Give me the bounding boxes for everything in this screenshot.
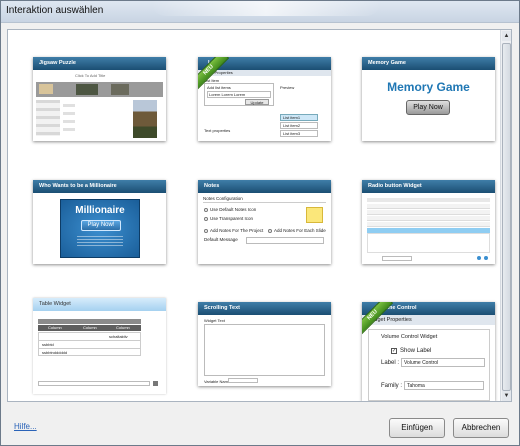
card-title: Notes [198,180,331,193]
card-jigsaw-puzzle[interactable]: Jigsaw Puzzle Click To Add Title [33,57,166,141]
memory-heading: Memory Game [387,80,470,94]
volume-settings-box: Volume Control Widget ✓ Show Label Label… [368,329,490,401]
list-update-button: Update [245,99,269,105]
notes-config-label: Notes Configuration [203,196,243,201]
sticky-note-icon [306,207,323,223]
card-title: Table Widget [33,298,166,311]
table-cell: ssbbtndddddd [42,350,68,355]
card-preview: Widget Properties List Item Add list ite… [198,70,331,141]
millionaire-heading: Millionaire [75,205,125,216]
list-items-box: Add list items Lorem Lorem Lorem Update [204,83,274,106]
card-title: Jigsaw Puzzle [33,57,166,70]
card-scrolling-text[interactable]: Scrolling Text Widget Text Variable Name [198,302,331,386]
table-cell: schaltaktiv [109,334,128,339]
notes-option: Use Default Notes Icon [210,207,257,212]
scroll-thumb[interactable] [502,43,511,391]
list-item: List item2 [280,122,318,129]
scroll-up-icon[interactable]: ▲ [502,31,511,41]
card-millionaire[interactable]: Who Wants to be a Millionaire Millionair… [33,180,166,264]
window-title: Interaktion auswählen [6,5,104,16]
card-table-widget[interactable]: Table Widget Column Column Column schalt… [33,298,166,394]
list-panel-title: Widget Properties [198,70,331,76]
card-preview: Widget Properties Volume Control Widget … [362,315,495,401]
table-cell: ssbbtd [42,342,54,347]
cancel-button[interactable]: Abbrechen [453,418,509,438]
card-preview: Click To Add Title [33,70,166,141]
family-caption: Family : [381,383,402,389]
label-caption: Label : [381,360,400,366]
scrolling-textarea [204,324,325,376]
millionaire-play-button: Play Now! [81,220,121,231]
title-bar: Interaktion auswählen [1,1,519,23]
interaction-gallery: Jigsaw Puzzle Click To Add Title List [7,29,512,402]
jigsaw-strip [36,82,163,97]
card-preview: Notes Configuration Use Default Notes Ic… [198,193,331,264]
table-grid: schaltaktiv ssbbtd ssbbtndddddd [38,332,141,356]
scrolling-footer-label: Variable Name [204,379,231,384]
interaction-grid: Jigsaw Puzzle Click To Add Title List [8,30,498,401]
volume-panel-title: Widget Properties [362,315,495,325]
volume-section: Volume Control Widget [381,334,438,340]
help-link[interactable]: Hilfe... [14,422,37,431]
card-title: Scrolling Text [198,302,331,315]
table-col-header: Column [48,325,62,330]
list-item: List item1 [280,114,318,121]
card-preview: Millionaire Play Now! [33,193,166,264]
table-col-header: Column [83,325,97,330]
show-label-text: Show Label [400,348,432,354]
family-select: Tahoma [404,381,484,390]
card-notes[interactable]: Notes Notes Configuration Use Default No… [198,180,331,264]
millionaire-board: Millionaire Play Now! [60,199,140,258]
memory-play-button: Play Now [406,100,450,115]
card-preview: Memory Game Play Now [362,70,495,141]
jigsaw-subtitle: Click To Add Title [75,73,106,78]
card-memory-game[interactable]: Memory Game Memory Game Play Now [362,57,495,141]
notes-option: Add Notes For Each Slide [274,228,326,233]
card-list[interactable]: List Widget Properties List Item Add lis… [198,57,331,141]
notes-default-message: Default Message [204,237,238,242]
card-title: Memory Game [362,57,495,70]
table-col-header: Column [116,325,130,330]
label-input: Volume Control [401,358,485,367]
list-text-properties: Text properties [204,128,231,133]
list-input: Lorem Lorem Lorem [207,91,271,98]
card-preview: Column Column Column schaltaktiv ssbbtd … [33,311,166,394]
card-radio-button-widget[interactable]: Radio button Widget [362,180,495,264]
card-title: Who Wants to be a Millionaire [33,180,166,193]
scrolling-label: Widget Text [204,318,225,323]
notes-option: Add Notes For The Project [210,228,264,233]
list-add-label: Add list items [207,85,231,90]
insert-button[interactable]: Einfügen [389,418,445,438]
card-preview: Widget Text Variable Name [198,315,331,386]
interaction-dialog: Interaktion auswählen Jigsaw Puzzle Clic… [0,0,520,446]
show-label-checkbox: ✓ [391,348,397,354]
notes-message-input [246,237,324,244]
card-preview [362,193,495,264]
notes-option: Use Transparent Icon [210,216,254,221]
list-preview-label: Preview [280,85,295,90]
jigsaw-photo [133,100,157,138]
vertical-scrollbar[interactable]: ▲ ▼ [500,30,511,401]
card-volume-control[interactable]: Volume Control Widget Properties Volume … [362,302,495,401]
title-bar-glare [151,1,381,16]
card-title: Radio button Widget [362,180,495,193]
scroll-down-icon[interactable]: ▼ [502,391,511,401]
jigsaw-settings [36,100,60,136]
list-item: List item3 [280,130,318,137]
